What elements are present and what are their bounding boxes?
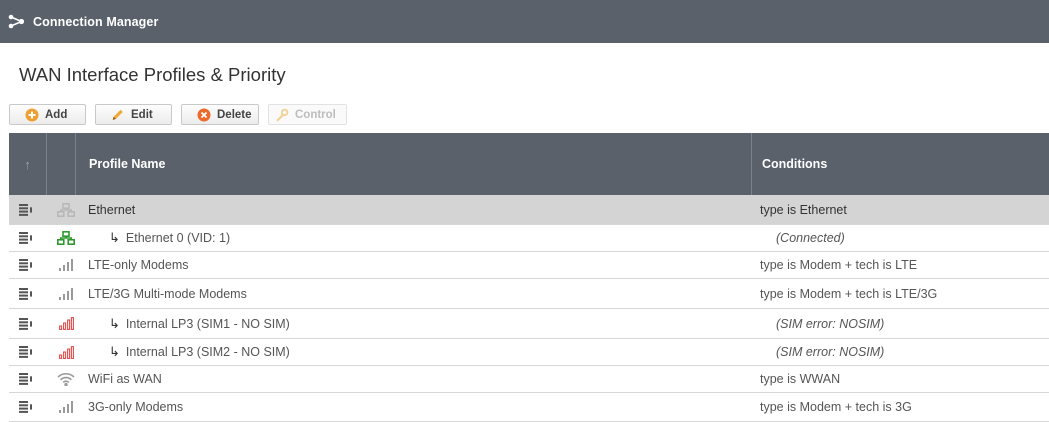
wifi-icon: [56, 366, 76, 392]
signal-bars-icon: [56, 252, 76, 278]
pencil-icon: [111, 108, 125, 122]
condition-cell: (SIM error: NOSIM): [776, 345, 885, 359]
condition-cell: (SIM error: NOSIM): [776, 316, 885, 331]
conditions-header[interactable]: Conditions: [762, 133, 827, 195]
sort-column-header[interactable]: ↑: [9, 133, 47, 195]
ethernet-network-icon: [56, 195, 76, 224]
profile-name-text: WiFi as WAN: [88, 372, 162, 386]
profile-name-cell: ↳ Internal LP3 (SIM1 - NO SIM): [109, 309, 290, 338]
drag-handle-icon[interactable]: [19, 279, 33, 308]
profile-name-text: Internal LP3 (SIM2 - NO SIM): [125, 345, 290, 359]
signal-bars-error-icon: [56, 309, 76, 338]
profile-name-text: Ethernet 0 (VID: 1): [125, 231, 231, 245]
profile-name-cell: 3G-only Modems: [88, 393, 183, 421]
control-button-label: Control: [295, 108, 336, 121]
condition-cell: type is Modem + tech is 3G: [760, 400, 912, 414]
condition-cell: (Connected): [776, 231, 845, 245]
profile-name-header[interactable]: Profile Name: [89, 133, 165, 195]
column-divider: [751, 133, 752, 195]
table-row[interactable]: LTE/3G Multi-mode Modems type is Modem + …: [9, 279, 1049, 309]
control-button[interactable]: Control: [268, 104, 347, 125]
profile-name-text: LTE/3G Multi-mode Modems: [88, 286, 247, 301]
signal-bars-icon: [56, 393, 76, 421]
condition-cell: type is WWAN: [760, 372, 841, 386]
edit-button[interactable]: Edit: [95, 104, 172, 125]
plus-circle-icon: [25, 108, 39, 122]
table-row[interactable]: LTE-only Modems type is Modem + tech is L…: [9, 252, 1049, 279]
table-body: Ethernet type is Ethernet ↳ Ethernet 0 (VID…: [9, 195, 1049, 422]
child-arrow-icon: ↳: [109, 344, 120, 359]
profile-name-cell: ↳ Ethernet 0 (VID: 1): [109, 225, 230, 251]
title-bar: Connection Manager: [0, 0, 1049, 43]
condition-cell: type is Modem + tech is LTE/3G: [760, 286, 938, 301]
condition-cell: type is Modem + tech is LTE: [760, 258, 918, 272]
drag-handle-icon[interactable]: [19, 252, 33, 278]
drag-handle-icon[interactable]: [19, 225, 33, 251]
child-arrow-icon: ↳: [109, 315, 120, 331]
edit-button-label: Edit: [131, 108, 153, 121]
drag-handle-icon[interactable]: [19, 339, 33, 365]
child-arrow-icon: ↳: [109, 230, 120, 245]
profiles-table: ↑ Profile Name Conditions Ethernet type i…: [9, 133, 1049, 422]
drag-handle-icon[interactable]: [19, 195, 33, 224]
wrench-icon: [275, 108, 289, 122]
profile-name-cell: WiFi as WAN: [88, 366, 162, 392]
table-header: ↑ Profile Name Conditions: [9, 133, 1049, 195]
drag-handle-icon[interactable]: [19, 309, 33, 338]
connection-manager-icon: [8, 13, 26, 31]
profile-name-cell: LTE/3G Multi-mode Modems: [88, 279, 247, 308]
add-button[interactable]: Add: [9, 104, 86, 125]
table-row[interactable]: ↳ Internal LP3 (SIM1 - NO SIM) (SIM error:…: [9, 309, 1049, 339]
icon-column-header: [47, 133, 76, 195]
page-title: WAN Interface Profiles & Priority: [19, 64, 286, 85]
delete-circle-icon: [197, 108, 211, 122]
condition-cell: type is Ethernet: [760, 202, 847, 217]
table-row[interactable]: 3G-only Modems type is Modem + tech is 3G: [9, 393, 1049, 422]
profile-name-text: LTE-only Modems: [88, 258, 189, 272]
profile-name-cell: Ethernet: [88, 195, 135, 224]
delete-button[interactable]: Delete: [181, 104, 259, 125]
add-button-label: Add: [45, 108, 68, 121]
profile-name-text: Ethernet: [88, 202, 136, 217]
profile-name-text: 3G-only Modems: [88, 400, 184, 414]
signal-bars-icon: [56, 279, 76, 308]
signal-bars-error-icon: [56, 339, 76, 365]
ethernet-network-icon: [56, 225, 76, 251]
profile-name-cell: ↳ Internal LP3 (SIM2 - NO SIM): [109, 339, 290, 365]
delete-button-label: Delete: [217, 108, 252, 121]
table-row[interactable]: Ethernet type is Ethernet: [9, 195, 1049, 225]
profile-name-text: Internal LP3 (SIM1 - NO SIM): [125, 316, 290, 331]
drag-handle-icon[interactable]: [19, 366, 33, 392]
table-row[interactable]: WiFi as WAN type is WWAN: [9, 366, 1049, 393]
sort-arrow-icon: ↑: [24, 156, 31, 172]
app-title: Connection Manager: [33, 14, 159, 29]
table-row[interactable]: ↳ Internal LP3 (SIM2 - NO SIM) (SIM error:…: [9, 339, 1049, 366]
drag-handle-icon[interactable]: [19, 393, 33, 421]
profile-name-cell: LTE-only Modems: [88, 252, 189, 278]
table-row[interactable]: ↳ Ethernet 0 (VID: 1) (Connected): [9, 225, 1049, 252]
